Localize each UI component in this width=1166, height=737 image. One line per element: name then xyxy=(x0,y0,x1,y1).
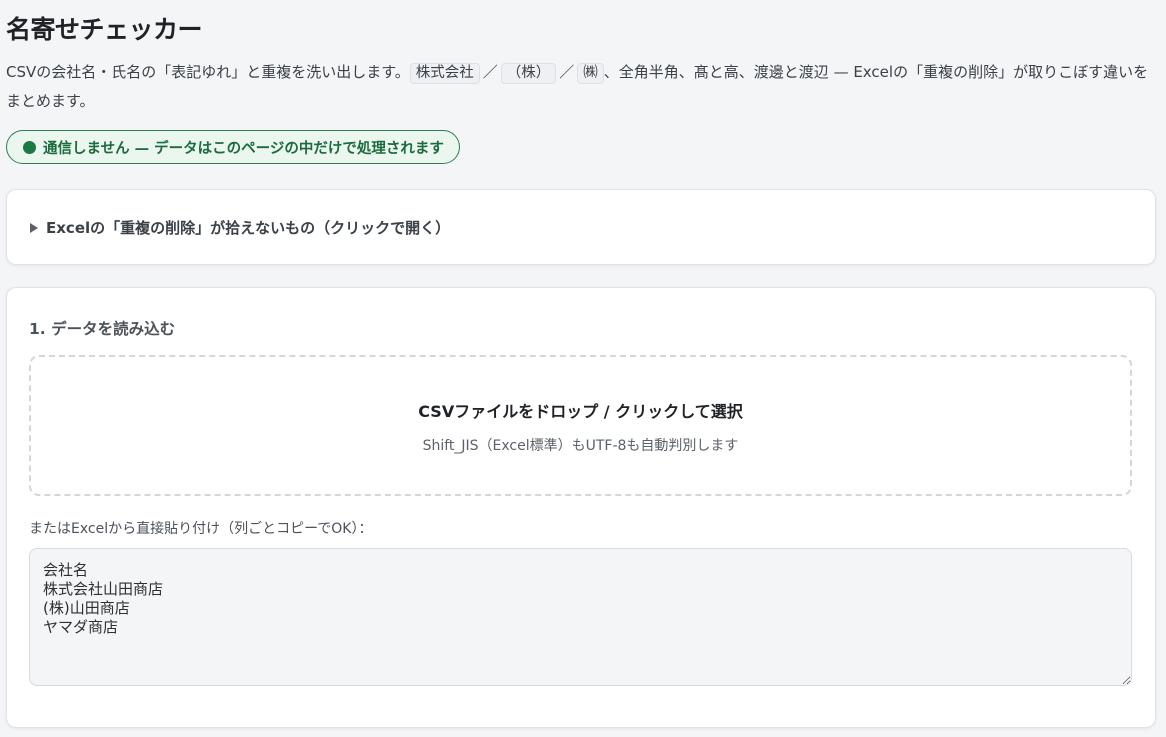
paste-label: またはExcelから直接貼り付け（列ごとコピーでOK）： xyxy=(29,521,373,537)
code-kabu-symbol: ㈱ xyxy=(577,63,604,84)
lead-prefix: CSVの会社名・氏名の「表記ゆれ」と重複を洗い出します。 xyxy=(6,63,410,81)
paste-textarea[interactable] xyxy=(29,548,1132,686)
separator: ／ xyxy=(559,63,575,81)
disclosure-triangle-icon xyxy=(30,222,38,233)
page-title: 名寄せチェッカー xyxy=(6,15,203,44)
csv-dropzone[interactable]: CSVファイルをドロップ / クリックして選択 Shift_JIS（Excel標… xyxy=(29,355,1132,496)
excel-limitations-card: Excelの「重複の削除」が拾えないもの（クリックで開く） xyxy=(6,189,1156,265)
load-data-card: 1. データを読み込む CSVファイルをドロップ / クリックして選択 Shif… xyxy=(6,287,1156,728)
section-title-load-data: 1. データを読み込む xyxy=(29,320,176,338)
status-dot-icon xyxy=(23,140,36,154)
code-kabu-paren: （株） xyxy=(500,63,557,84)
code-kabushiki-kaisha: 株式会社 xyxy=(409,63,480,84)
lead-description: CSVの会社名・氏名の「表記ゆれ」と重複を洗い出します。 株式会社／（株）／㈱、全… xyxy=(6,58,1156,116)
offline-status-badge: 通信しません — データはこのページの中だけで処理されます xyxy=(6,130,460,164)
excel-limitations-toggle[interactable]: Excelの「重複の削除」が拾えないもの（クリックで開く） xyxy=(30,217,450,238)
offline-status-text: 通信しません — データはこのページの中だけで処理されます xyxy=(43,140,444,157)
separator: ／ xyxy=(482,63,498,81)
excel-limitations-summary: Excelの「重複の削除」が拾えないもの（クリックで開く） xyxy=(46,219,451,237)
dropzone-title: CSVファイルをドロップ / クリックして選択 xyxy=(418,402,743,421)
dropzone-subtitle: Shift_JIS（Excel標準）もUTF-8も自動判別します xyxy=(422,438,739,454)
